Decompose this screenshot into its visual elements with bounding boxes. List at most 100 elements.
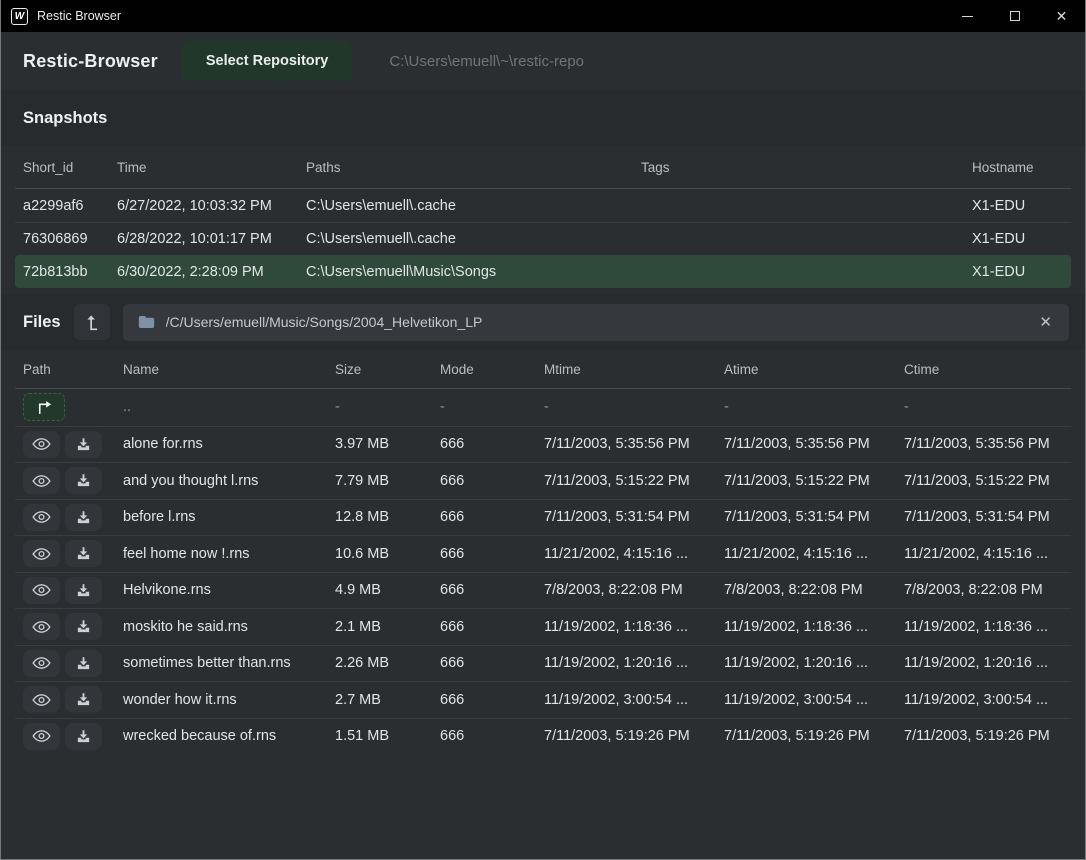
file-row[interactable]: sometimes better than.rns2.26 MB66611/19…: [15, 645, 1071, 682]
file-row[interactable]: moskito he said.rns2.1 MB66611/19/2002, …: [15, 608, 1071, 645]
cell-paths: C:\Users\emuell\Music\Songs: [306, 264, 641, 280]
cell-name: before l.rns: [123, 509, 335, 525]
download-icon: [76, 437, 91, 452]
eye-icon: [32, 510, 51, 524]
up-level-button[interactable]: [74, 304, 110, 340]
cell-name: sometimes better than.rns: [123, 655, 335, 671]
file-row[interactable]: wrecked because of.rns1.51 MB6667/11/200…: [15, 718, 1071, 755]
preview-file-button[interactable]: [23, 613, 60, 640]
cell-hostname: X1-EDU: [972, 198, 1071, 214]
cell-atime: 11/19/2002, 3:00:54 ...: [724, 692, 904, 708]
download-file-button[interactable]: [65, 650, 102, 677]
snapshots-table-header: Short_id Time Paths Tags Hostname: [15, 146, 1071, 189]
column-path: Path: [23, 362, 123, 377]
arrow-up-from-line-icon: [85, 314, 99, 331]
cell-mode: 666: [440, 546, 544, 562]
row-actions: [23, 467, 123, 494]
column-name: Name: [123, 362, 335, 377]
cell-mode: 666: [440, 436, 544, 452]
files-path-bar: /C/Users/emuell/Music/Songs/2004_Helveti…: [123, 304, 1069, 341]
download-icon: [76, 583, 91, 598]
preview-file-button[interactable]: [23, 540, 60, 567]
file-row[interactable]: alone for.rns3.97 MB6667/11/2003, 5:35:5…: [15, 426, 1071, 463]
cell-atime: 7/11/2003, 5:31:54 PM: [724, 509, 904, 525]
parent-dir-button[interactable]: [23, 393, 65, 421]
cell-mtime: 11/19/2002, 1:18:36 ...: [544, 619, 724, 635]
preview-file-button[interactable]: [23, 650, 60, 677]
download-file-button[interactable]: [65, 431, 102, 458]
download-icon: [76, 729, 91, 744]
cell-size: 12.8 MB: [335, 509, 440, 525]
cell-short-id: 76306869: [23, 231, 117, 247]
maximize-button[interactable]: [991, 0, 1038, 32]
download-file-button[interactable]: [65, 686, 102, 713]
cell-ctime: 7/11/2003, 5:31:54 PM: [904, 509, 1071, 525]
minimize-button[interactable]: [944, 0, 991, 32]
cell-size: 1.51 MB: [335, 728, 440, 744]
parent-dir-row[interactable]: ..-----: [15, 389, 1071, 426]
preview-file-button[interactable]: [23, 504, 60, 531]
snapshot-row[interactable]: a2299af66/27/2022, 10:03:32 PMC:\Users\e…: [15, 189, 1071, 222]
download-file-button[interactable]: [65, 467, 102, 494]
file-row[interactable]: feel home now !.rns10.6 MB66611/21/2002,…: [15, 535, 1071, 572]
cell-name: ..: [123, 399, 335, 415]
close-button[interactable]: ✕: [1038, 0, 1085, 32]
download-icon: [76, 619, 91, 634]
app-window: W Restic Browser ✕ Restic-Browser Select…: [0, 0, 1086, 860]
cell-mtime: 7/11/2003, 5:31:54 PM: [544, 509, 724, 525]
column-paths: Paths: [306, 160, 641, 175]
download-file-button[interactable]: [65, 577, 102, 604]
cell-atime: 7/11/2003, 5:35:56 PM: [724, 436, 904, 452]
cell-size: 7.79 MB: [335, 473, 440, 489]
row-actions: [23, 540, 123, 567]
app-title: Restic-Browser: [23, 51, 158, 72]
snapshot-row[interactable]: 763068696/28/2022, 10:01:17 PMC:\Users\e…: [15, 222, 1071, 255]
cell-size: -: [335, 399, 440, 415]
cell-hostname: X1-EDU: [972, 264, 1071, 280]
file-row[interactable]: and you thought l.rns7.79 MB6667/11/2003…: [15, 462, 1071, 499]
files-current-path: /C/Users/emuell/Music/Songs/2004_Helveti…: [166, 314, 1027, 330]
file-row[interactable]: wonder how it.rns2.7 MB66611/19/2002, 3:…: [15, 681, 1071, 718]
download-file-button[interactable]: [65, 504, 102, 531]
cell-short-id: a2299af6: [23, 198, 117, 214]
cell-time: 6/27/2022, 10:03:32 PM: [117, 198, 306, 214]
preview-file-button[interactable]: [23, 723, 60, 750]
cell-name: and you thought l.rns: [123, 473, 335, 489]
download-icon: [76, 546, 91, 561]
cell-size: 2.1 MB: [335, 619, 440, 635]
files-section-header: Files /C/Users/emuell/Music/Songs/2004_H…: [1, 294, 1085, 350]
download-file-button[interactable]: [65, 723, 102, 750]
clear-path-button[interactable]: ✕: [1037, 313, 1054, 331]
snapshot-row[interactable]: 72b813bb6/30/2022, 2:28:09 PMC:\Users\em…: [15, 255, 1071, 288]
download-file-button[interactable]: [65, 540, 102, 567]
app-logo-icon: W: [11, 8, 28, 25]
column-ctime: Ctime: [904, 362, 1071, 377]
cell-mode: 666: [440, 582, 544, 598]
file-row[interactable]: before l.rns12.8 MB6667/11/2003, 5:31:54…: [15, 499, 1071, 536]
cell-size: 2.26 MB: [335, 655, 440, 671]
preview-file-button[interactable]: [23, 467, 60, 494]
eye-icon: [32, 474, 51, 488]
cell-mode: 666: [440, 473, 544, 489]
eye-icon: [32, 583, 51, 597]
files-table-body: ..-----alone for.rns3.97 MB6667/11/2003,…: [1, 389, 1085, 754]
preview-file-button[interactable]: [23, 431, 60, 458]
download-icon: [76, 692, 91, 707]
cell-mtime: 11/19/2002, 1:20:16 ...: [544, 655, 724, 671]
column-mode: Mode: [440, 362, 544, 377]
preview-file-button[interactable]: [23, 686, 60, 713]
window-title: Restic Browser: [37, 9, 121, 23]
file-row[interactable]: Helvikone.rns4.9 MB6667/8/2003, 8:22:08 …: [15, 572, 1071, 609]
cell-mtime: 7/8/2003, 8:22:08 PM: [544, 582, 724, 598]
select-repository-button[interactable]: Select Repository: [182, 41, 353, 81]
cell-size: 10.6 MB: [335, 546, 440, 562]
cell-time: 6/28/2022, 10:01:17 PM: [117, 231, 306, 247]
eye-icon: [32, 693, 51, 707]
cell-atime: 11/19/2002, 1:18:36 ...: [724, 619, 904, 635]
download-icon: [76, 473, 91, 488]
download-file-button[interactable]: [65, 613, 102, 640]
preview-file-button[interactable]: [23, 577, 60, 604]
column-mtime: Mtime: [544, 362, 724, 377]
cell-atime: 7/11/2003, 5:19:26 PM: [724, 728, 904, 744]
cell-ctime: 7/11/2003, 5:35:56 PM: [904, 436, 1071, 452]
